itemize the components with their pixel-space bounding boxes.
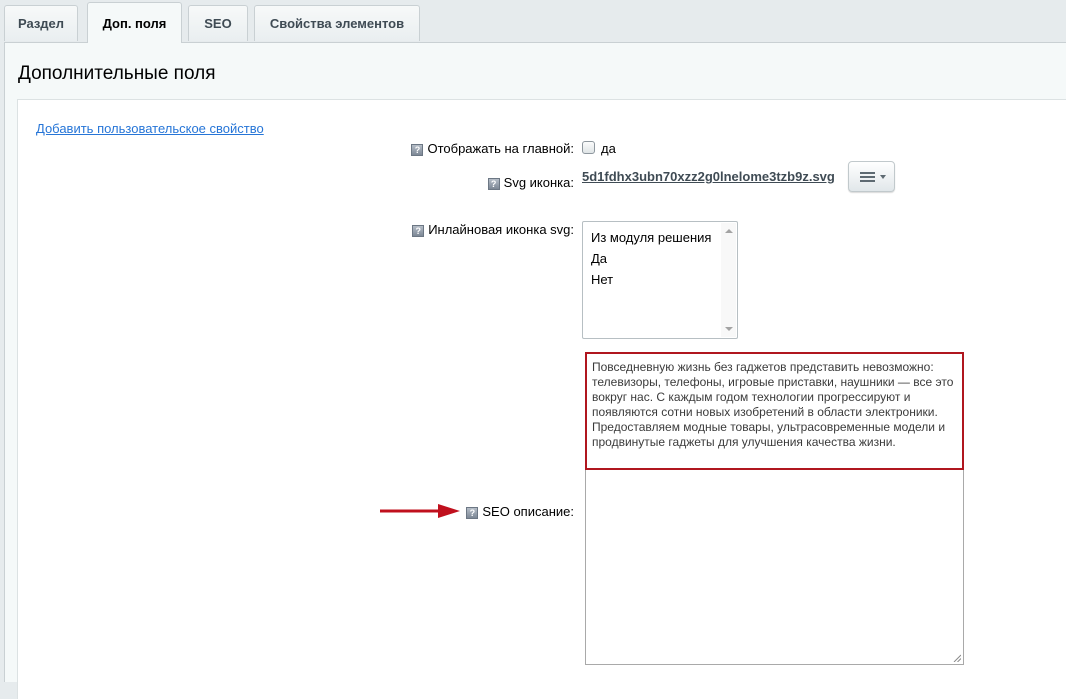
show-on-main-label-text: Отображать на главной: bbox=[427, 141, 574, 156]
show-on-main-label: ? Отображать на главной: bbox=[411, 141, 574, 156]
listbox-scrollbar[interactable] bbox=[721, 223, 736, 337]
tab-dop-polya[interactable]: Доп. поля bbox=[87, 2, 182, 43]
hamburger-icon bbox=[860, 172, 875, 182]
seo-description-textarea[interactable] bbox=[585, 352, 964, 665]
seo-description-label: ? SEO описание: bbox=[466, 504, 574, 519]
listbox-option[interactable]: Да bbox=[591, 251, 607, 266]
tab-label: Доп. поля bbox=[102, 15, 167, 31]
inline-svg-label-text: Инлайновая иконка svg: bbox=[428, 222, 574, 237]
tab-label: Свойства элементов bbox=[269, 16, 405, 31]
listbox-option[interactable]: Из модуля решения bbox=[591, 230, 711, 245]
inline-svg-label: ? Инлайновая иконка svg: bbox=[412, 222, 574, 237]
scroll-down-icon[interactable] bbox=[725, 327, 733, 331]
show-on-main-checkbox[interactable] bbox=[582, 141, 595, 154]
listbox-option[interactable]: Нет bbox=[591, 272, 613, 287]
svg-icon-label-text: Svg иконка: bbox=[503, 175, 574, 190]
seo-description-label-text: SEO описание: bbox=[482, 504, 574, 519]
panel-title: Дополнительные поля bbox=[18, 63, 216, 84]
tab-razdel[interactable]: Раздел bbox=[4, 5, 78, 41]
tab-seo[interactable]: SEO bbox=[188, 5, 248, 41]
file-actions-menu-button[interactable] bbox=[848, 161, 895, 192]
resize-handle-icon[interactable] bbox=[953, 654, 961, 662]
tab-label: Раздел bbox=[17, 16, 65, 31]
show-on-main-checkbox-label[interactable]: да bbox=[601, 141, 616, 156]
chevron-down-icon bbox=[880, 175, 886, 179]
help-icon[interactable]: ? bbox=[412, 225, 425, 237]
svg-file-link[interactable]: 5d1fdhx3ubn70xzz2g0lnelome3tzb9z.svg bbox=[582, 169, 835, 184]
svg-icon-label: ? Svg иконка: bbox=[487, 175, 574, 190]
help-icon[interactable]: ? bbox=[487, 178, 500, 190]
tab-element-properties[interactable]: Свойства элементов bbox=[254, 5, 420, 41]
tab-bar: Раздел Доп. поля SEO Свойства элементов bbox=[0, 0, 1066, 43]
help-icon[interactable]: ? bbox=[466, 507, 479, 519]
scroll-up-icon[interactable] bbox=[725, 229, 733, 233]
add-custom-property-link[interactable]: Добавить пользовательское свойство bbox=[36, 121, 264, 136]
tab-label: SEO bbox=[204, 16, 232, 31]
red-arrow-icon bbox=[380, 504, 460, 518]
inline-svg-listbox[interactable]: Из модуля решения Да Нет bbox=[582, 221, 738, 339]
help-icon[interactable]: ? bbox=[411, 144, 424, 156]
